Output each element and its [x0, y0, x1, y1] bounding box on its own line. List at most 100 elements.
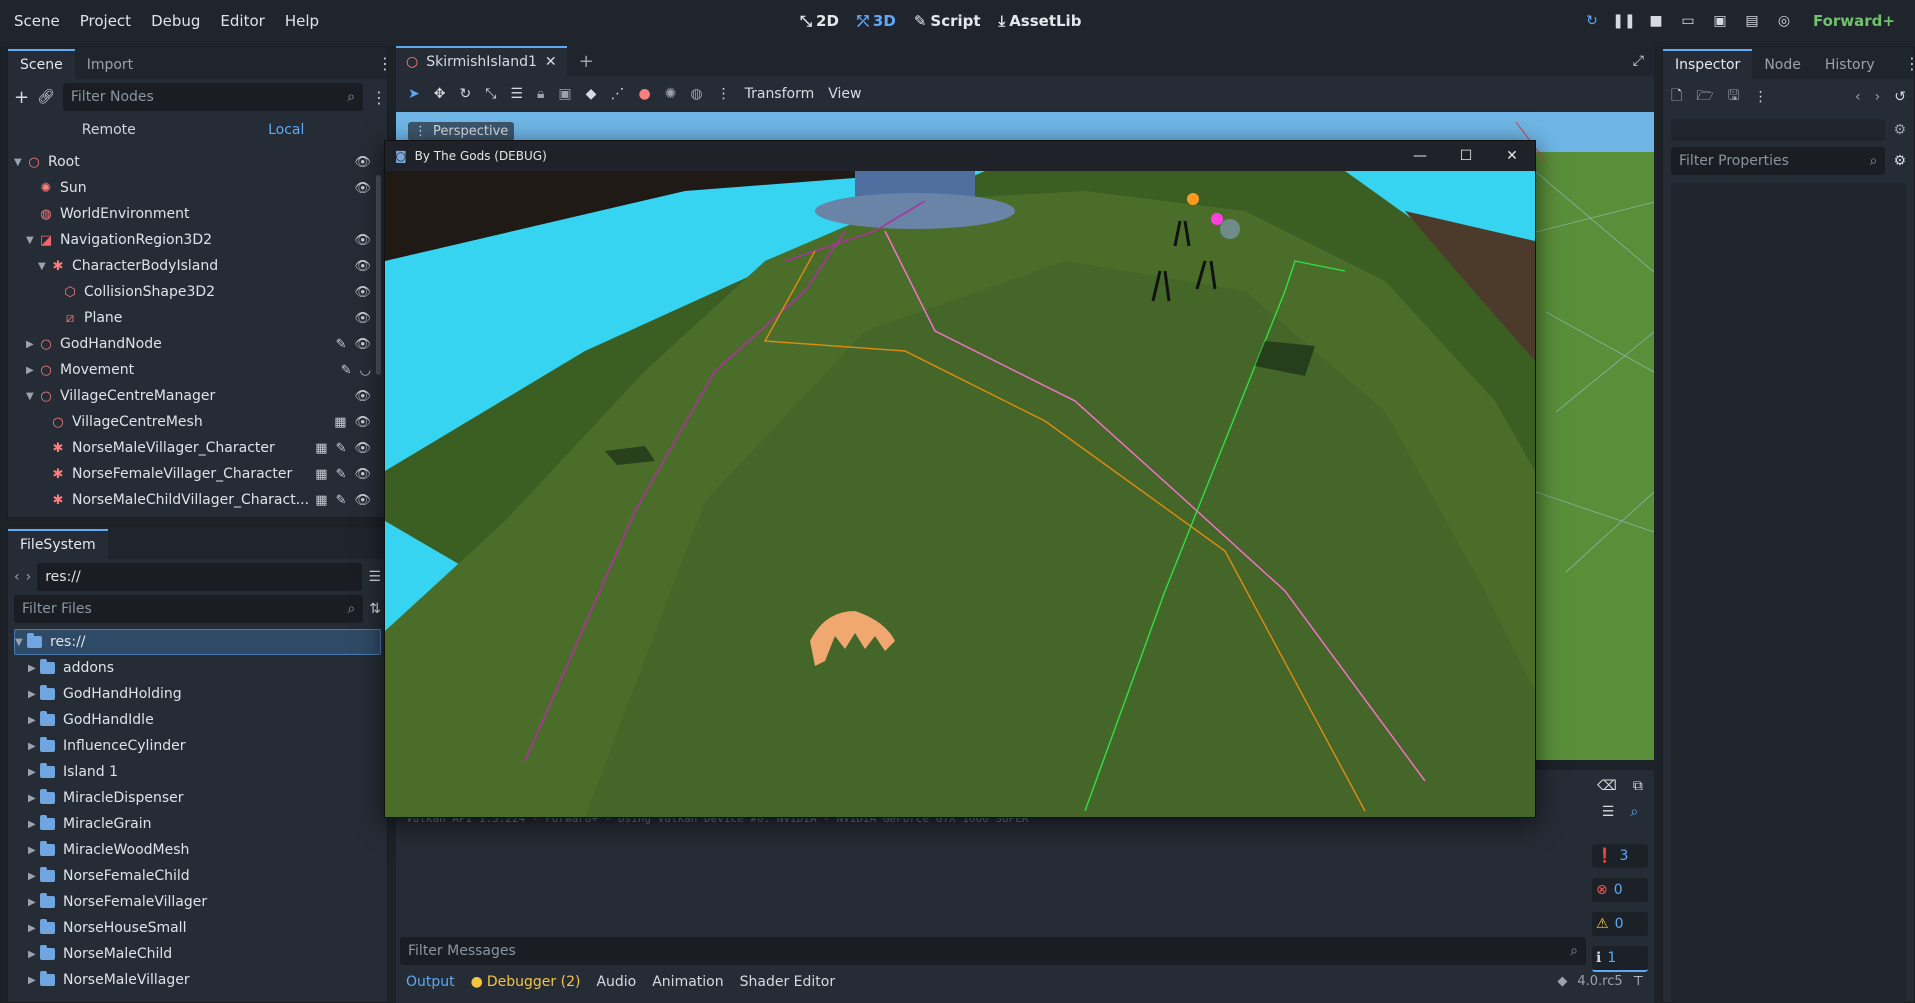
distraction-free-icon[interactable]: ⤢ [1633, 53, 1644, 69]
tree-node-villagecentremanager[interactable]: ▼ ○ VillageCentreManager 👁︎ [14, 383, 387, 409]
open-resource-icon[interactable]: 🗁︎ [1696, 85, 1713, 109]
filter-files-input[interactable]: Filter Files ⌕ [14, 595, 364, 623]
folder-item[interactable]: ▶ addons [14, 655, 381, 681]
filter-nodes-input[interactable]: Filter Nodes ⌕ [62, 83, 363, 111]
scale-tool-icon[interactable]: ⤡ [485, 86, 496, 102]
visibility-icon[interactable]: 👁︎ [354, 441, 371, 456]
sort-icon[interactable]: ⇅ [369, 601, 381, 617]
folder-item[interactable]: ▶ NorseFemaleVillager [14, 889, 381, 915]
expand-arrow-icon[interactable]: ▶ [28, 975, 40, 986]
list-select-icon[interactable]: ☰ [510, 86, 523, 102]
expand-arrow-icon[interactable]: ▶ [28, 949, 40, 960]
scene-instance-icon[interactable]: ▦ [315, 441, 327, 456]
tree-node-worldenvironment[interactable]: ◍ WorldEnvironment [14, 201, 387, 227]
collapse-messages-icon[interactable]: ☰ [1602, 804, 1615, 820]
path-field[interactable]: res:// [37, 563, 363, 591]
tab-inspector[interactable]: Inspector [1663, 49, 1753, 79]
add-node-icon[interactable]: + [14, 87, 29, 108]
copy-icon[interactable]: ⧉ [1633, 778, 1643, 794]
visibility-icon[interactable]: 👁︎ [354, 155, 371, 170]
message-counter[interactable]: ❗ 3 [1592, 844, 1648, 868]
add-scene-tab-icon[interactable]: + [579, 51, 594, 72]
expand-arrow-icon[interactable]: ▶ [28, 845, 40, 856]
visibility-icon[interactable]: 👁︎ [354, 493, 371, 508]
tree-node-norsemalevillager[interactable]: ✱ NorseMaleVillager_Character ▦ ✎ 👁︎ [14, 435, 387, 461]
visibility-icon[interactable]: 👁︎ [354, 389, 371, 404]
game-render-graphic[interactable] [385, 171, 1535, 817]
dock-menu-icon[interactable]: ⋮ [377, 54, 393, 79]
transform-menu[interactable]: Transform [745, 86, 815, 102]
collapse-arrow-icon[interactable]: ▼ [38, 261, 50, 272]
object-path-field[interactable] [1671, 119, 1886, 141]
tree-node-norsemalechildvillager[interactable]: ✱ NorseMaleChildVillager_Charact... ▦ ✎ 👁︎ [14, 487, 387, 513]
pin-panel-icon[interactable]: ⊤ [1633, 974, 1644, 989]
tab-import[interactable]: Import [75, 51, 145, 79]
game-window-titlebar[interactable]: ◙ By The Gods (DEBUG) — ☐ ✕ [385, 141, 1535, 171]
viewport-menu-icon[interactable]: ⋮ [717, 86, 731, 102]
tab-debugger[interactable]: ● Debugger (2) [471, 974, 581, 990]
rotate-tool-icon[interactable]: ↻ [459, 86, 471, 102]
scene-tab-skirmishisland1[interactable]: ○ SkirmishIsland1 ✕ [396, 46, 567, 76]
warning-counter[interactable]: ⚠ 0 [1592, 912, 1648, 936]
object-history-icon[interactable]: ↺ [1894, 89, 1906, 105]
menu-scene[interactable]: Scene [14, 12, 60, 30]
clear-output-icon[interactable]: ⌫ [1597, 778, 1617, 794]
hidden-icon[interactable]: ◡ [360, 363, 371, 378]
scene-instance-icon[interactable]: ▦ [315, 493, 327, 508]
tree-node-navigationregion3d2[interactable]: ▼ ◪ NavigationRegion3D2 👁︎ [14, 227, 387, 253]
scene-instance-icon[interactable]: ▦ [315, 467, 327, 482]
search-icon[interactable]: ⌕ [1630, 804, 1638, 820]
tree-node-villagecentremesh[interactable]: ○ VillageCentreMesh ▦ 👁︎ [14, 409, 387, 435]
folder-item[interactable]: ▶ Island 1 [14, 759, 381, 785]
tab-shader-editor[interactable]: Shader Editor [740, 974, 835, 990]
environment-preview-icon[interactable]: ◍ [690, 86, 702, 102]
visibility-icon[interactable]: 👁︎ [354, 337, 371, 352]
link-icon[interactable]: 🔗︎ [37, 89, 55, 105]
move-tool-icon[interactable]: ✥ [434, 86, 446, 102]
perspective-menu[interactable]: ⋮ Perspective [408, 122, 515, 141]
expand-arrow-icon[interactable]: ▶ [26, 339, 38, 350]
filter-properties-input[interactable]: Filter Properties ⌕ [1671, 147, 1886, 175]
close-icon[interactable]: ✕ [545, 54, 557, 70]
folder-item[interactable]: ▶ NorseMaleVillager [14, 967, 381, 987]
workspace-3d-button[interactable]: ⤱ 3D [857, 12, 896, 30]
play-custom-icon[interactable]: ▤ [1743, 12, 1761, 30]
visibility-icon[interactable]: 👁︎ [354, 285, 371, 300]
history-back-icon[interactable]: ‹ [1855, 89, 1861, 105]
select-tool-icon[interactable]: ➤ [408, 86, 420, 102]
expand-arrow-icon[interactable]: ▶ [28, 793, 40, 804]
reload-icon[interactable]: ↻ [1583, 12, 1601, 30]
folder-item[interactable]: ▶ MiracleDispenser [14, 785, 381, 811]
dock-menu-icon[interactable]: ⋮ [1904, 54, 1915, 79]
tree-node-characterbodyisland[interactable]: ▼ ✱ CharacterBodyIsland 👁︎ [14, 253, 387, 279]
folder-item[interactable]: ▶ NorseHouseSmall [14, 915, 381, 941]
local-tab[interactable]: Local [198, 122, 376, 138]
visibility-icon[interactable]: 👁︎ [354, 467, 371, 482]
script-icon[interactable]: ✎ [336, 441, 347, 456]
workspace-2d-button[interactable]: ⤡ 2D [800, 12, 839, 30]
expand-arrow-icon[interactable]: ▶ [28, 663, 40, 674]
expand-arrow-icon[interactable]: ▶ [28, 819, 40, 830]
folder-item[interactable]: ▶ NorseFemaleChild [14, 863, 381, 889]
expand-arrow-icon[interactable]: ▶ [28, 689, 40, 700]
folder-item[interactable]: ▶ InfluenceCylinder [14, 733, 381, 759]
workspace-assetlib-button[interactable]: ⤓ AssetLib [999, 12, 1082, 30]
tab-animation[interactable]: Animation [652, 974, 723, 990]
tree-node-plane[interactable]: ⧄ Plane 👁︎ [14, 305, 387, 331]
sun-preview-icon[interactable]: ✺ [665, 86, 677, 102]
expand-arrow-icon[interactable]: ▶ [28, 715, 40, 726]
menu-editor[interactable]: Editor [220, 12, 264, 30]
scene-instance-icon[interactable]: ▦ [334, 415, 346, 430]
visibility-icon[interactable]: 👁︎ [354, 181, 371, 196]
visibility-icon[interactable]: 👁︎ [354, 415, 371, 430]
tree-node-sun[interactable]: ✺ Sun 👁︎ [14, 175, 387, 201]
visibility-icon[interactable]: 👁︎ [354, 311, 371, 326]
info-counter[interactable]: ℹ1 [1592, 946, 1648, 972]
new-resource-icon[interactable]: 🗋︎ [1671, 85, 1682, 109]
group-icon[interactable]: ▣ [558, 86, 571, 102]
tab-history[interactable]: History [1813, 51, 1887, 79]
object-settings-icon[interactable]: ⚙ [1893, 122, 1906, 138]
tree-node-collisionshape3d2[interactable]: ⬡ CollisionShape3D2 👁︎ [14, 279, 387, 305]
menu-help[interactable]: Help [285, 12, 319, 30]
local-space-icon[interactable]: ◆ [586, 86, 597, 102]
